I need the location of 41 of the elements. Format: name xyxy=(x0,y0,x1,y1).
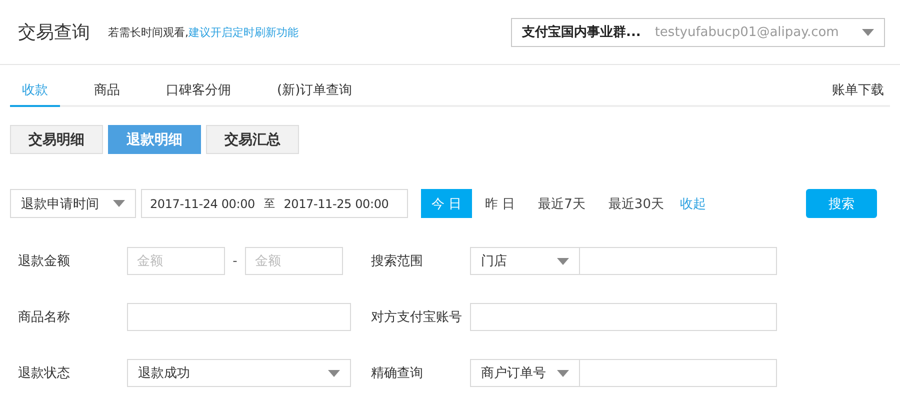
range-separator: - xyxy=(232,254,238,268)
dropdown[interactable]: 门店 xyxy=(470,247,579,275)
caret-icon xyxy=(557,370,569,376)
notice-text: 若需长时间观看,建议开启定时刷新功能 xyxy=(108,24,298,40)
date-preset-button[interactable]: 最近30天 xyxy=(598,189,674,218)
input-field[interactable]: 金额 xyxy=(127,247,225,275)
dropdown[interactable]: 退款成功 xyxy=(127,359,351,387)
dropdown-value: 退款成功 xyxy=(138,365,190,382)
input-field[interactable] xyxy=(127,303,351,331)
date-range-field[interactable]: 2017-11-24 00:00 至 2017-11-25 00:00 xyxy=(141,189,408,218)
field-label: 搜索范围 xyxy=(371,253,424,270)
dropdown-value: 门店 xyxy=(481,253,507,270)
time-type-dropdown[interactable]: 退款申请时间 xyxy=(10,189,136,218)
input-field[interactable] xyxy=(470,303,777,331)
account-name: 支付宝国内事业群... xyxy=(522,24,641,41)
field-label: 退款状态 xyxy=(18,365,71,382)
tab[interactable]: 口碑客分佣 xyxy=(154,75,243,107)
account-dropdown[interactable]: 支付宝国内事业群... testyufabucp01@alipay.com xyxy=(511,18,885,46)
dropdown-value: 退款申请时间 xyxy=(21,196,99,212)
caret-icon xyxy=(557,258,569,264)
page-title: 交易查询 xyxy=(18,21,90,44)
caret-icon xyxy=(113,200,125,207)
tab[interactable]: (新)订单查询 xyxy=(265,75,364,107)
input-field[interactable] xyxy=(579,247,777,275)
caret-icon xyxy=(328,370,340,376)
input-field[interactable] xyxy=(579,359,777,387)
view-button[interactable]: 交易明细 xyxy=(10,125,103,154)
input-field[interactable]: 金额 xyxy=(245,247,343,275)
date-preset-button[interactable]: 最近7天 xyxy=(528,189,596,218)
view-button[interactable]: 交易汇总 xyxy=(206,125,299,154)
field-label: 商品名称 xyxy=(18,309,71,326)
field-label: 退款金额 xyxy=(18,253,71,270)
caret-icon xyxy=(862,28,874,36)
date-preset-button[interactable]: 昨 日 xyxy=(475,189,526,218)
dropdown-value: 商户订单号 xyxy=(481,365,546,382)
download-link[interactable]: 账单下载 xyxy=(832,75,890,105)
dropdown[interactable]: 商户订单号 xyxy=(470,359,579,387)
field-label: 对方支付宝账号 xyxy=(371,309,463,326)
account-email: testyufabucp01@alipay.com xyxy=(654,24,840,40)
field-label: 精确查询 xyxy=(371,365,424,382)
tab[interactable]: 商品 xyxy=(82,75,132,107)
